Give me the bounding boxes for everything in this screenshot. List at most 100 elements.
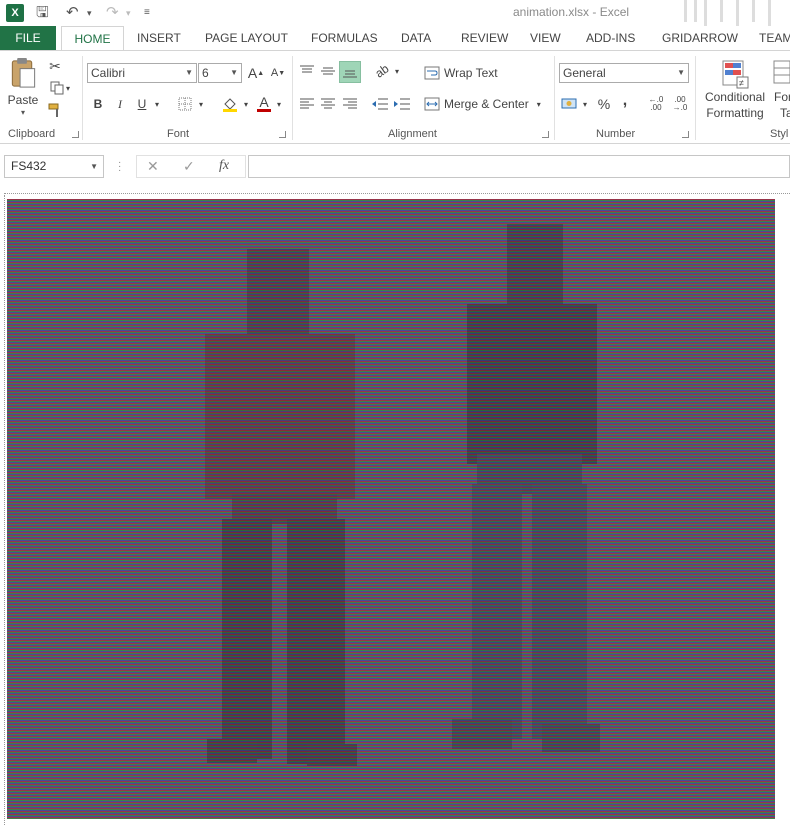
align-right-icon[interactable] [341,94,359,114]
format-as-table-label-2: Ta [780,106,790,120]
undo-icon[interactable]: ↶ [66,3,79,23]
cell-grid-image[interactable] [7,199,775,819]
tab-file[interactable]: FILE [0,26,56,51]
paste-dropdown-icon: ▾ [20,108,25,117]
conditional-formatting-icon: ≠ [722,60,749,89]
insert-function-icon[interactable]: fx [219,158,229,174]
comma-style-button[interactable]: , [618,91,632,111]
borders-dropdown-icon[interactable]: ▾ [196,94,206,114]
increase-indent-icon[interactable] [393,94,411,114]
formula-buttons: ✕ ✓ fx [136,155,246,178]
tab-add-ins[interactable]: ADD-INS [586,26,635,51]
number-format-select[interactable]: General ▼ [559,63,689,83]
redo-dropdown-icon[interactable]: ▾ [126,3,131,23]
font-color-icon: A [259,93,269,110]
merge-center-button[interactable]: Merge & Center ▾ [424,94,548,114]
decrease-indent-icon[interactable] [371,94,389,114]
increase-decimal-icon[interactable]: ←.0.00 [645,94,667,114]
wrap-text-label: Wrap Text [444,66,498,80]
window-decoration [680,0,790,26]
copy-button[interactable]: ▾ [46,79,74,97]
font-color-dropdown-icon[interactable]: ▾ [274,94,284,114]
styles-group-label: Styl [770,128,789,140]
fill-color-dropdown-icon[interactable]: ▾ [241,94,251,114]
align-top-icon[interactable] [298,61,316,81]
conditional-formatting-label-1: Conditional [704,90,766,104]
align-center-icon[interactable] [319,94,337,114]
separator [292,56,293,140]
borders-icon[interactable] [176,94,194,114]
underline-dropdown-icon[interactable]: ▾ [152,94,162,114]
copy-dropdown-icon: ▾ [65,83,70,93]
bold-button[interactable]: B [90,94,106,114]
redo-icon[interactable]: ↷ [106,3,119,23]
underline-button[interactable]: U [134,94,150,114]
wrap-text-button[interactable]: Wrap Text [424,63,504,83]
alignment-launcher-icon[interactable] [542,131,549,138]
tab-home[interactable]: HOME [61,26,124,52]
font-name-select[interactable]: Calibri ▼ [87,63,197,83]
save-icon[interactable]: 🖫 [36,3,49,23]
italic-button[interactable]: I [112,94,128,114]
tab-team[interactable]: TEAM [759,26,790,51]
number-launcher-icon[interactable] [682,131,689,138]
name-box-value: FS432 [11,159,47,173]
font-launcher-icon[interactable] [279,131,286,138]
tab-formulas[interactable]: FORMULAS [311,26,378,51]
separator [695,56,696,140]
font-name-value: Calibri [91,66,126,80]
excel-logo-icon: X [6,4,24,22]
orientation-dropdown-icon[interactable]: ▾ [392,61,402,81]
font-size-value: 6 [202,66,209,80]
svg-text:≠: ≠ [739,78,744,88]
cut-icon[interactable]: ✂ [46,57,64,75]
format-as-table-label-1: For [774,90,790,104]
separator [82,56,83,140]
formula-bar: FS432 ▼ · · · ✕ ✓ fx [0,151,790,183]
font-color-button[interactable]: A [255,92,273,114]
chevron-down-icon: ▼ [185,68,193,77]
tab-data[interactable]: DATA [401,26,431,51]
tab-review[interactable]: REVIEW [461,26,508,51]
merge-center-label: Merge & Center [444,97,529,111]
undo-dropdown-icon[interactable]: ▾ [87,3,92,23]
number-group-label: Number [596,128,636,140]
align-bottom-icon[interactable] [339,61,361,83]
align-left-icon[interactable] [298,94,316,114]
customize-qat-icon[interactable]: ≡ [144,3,150,23]
cancel-icon[interactable]: ✕ [147,158,159,175]
merge-dropdown-icon: ▾ [536,99,541,109]
tab-gridarrow[interactable]: GRIDARROW [662,26,738,51]
merge-center-icon [424,97,440,111]
format-as-table-icon [773,60,790,84]
tab-view[interactable]: VIEW [530,26,561,51]
clipboard-launcher-icon[interactable] [72,131,79,138]
font-color-swatch [257,108,271,112]
increase-font-size-icon[interactable]: A ▲ [247,63,265,83]
tab-insert[interactable]: INSERT [137,26,181,51]
format-painter-icon[interactable] [46,101,64,119]
font-size-select[interactable]: 6 ▼ [198,63,242,83]
conditional-formatting-button[interactable]: ≠ Conditional Formatting [700,55,770,125]
paste-button[interactable]: Paste ▾ [6,57,40,117]
formula-input[interactable] [248,155,790,178]
accounting-format-icon[interactable] [560,94,580,114]
percent-style-button[interactable]: % [596,94,612,114]
accounting-dropdown-icon[interactable]: ▾ [580,94,590,114]
align-middle-icon[interactable] [319,61,337,81]
decrease-font-size-icon[interactable]: A ▼ [269,63,287,83]
paste-label: Paste [7,93,39,107]
decrease-decimal-icon[interactable]: .00 →.0 [669,94,691,114]
number-format-value: General [563,66,606,80]
tab-page-layout[interactable]: PAGE LAYOUT [205,26,288,51]
window-title: animation.xlsx - Excel [513,5,630,19]
font-group-label: Font [167,128,190,140]
name-box[interactable]: FS432 ▼ [4,155,104,178]
worksheet[interactable] [0,185,790,830]
conditional-formatting-label-2: Formatting [706,106,764,120]
row-header-strip [4,195,6,825]
fill-color-icon[interactable] [220,94,240,114]
formula-bar-grip-icon[interactable]: · · · [118,158,121,176]
format-as-table-button[interactable]: For Ta [770,55,790,125]
enter-icon[interactable]: ✓ [183,158,195,175]
